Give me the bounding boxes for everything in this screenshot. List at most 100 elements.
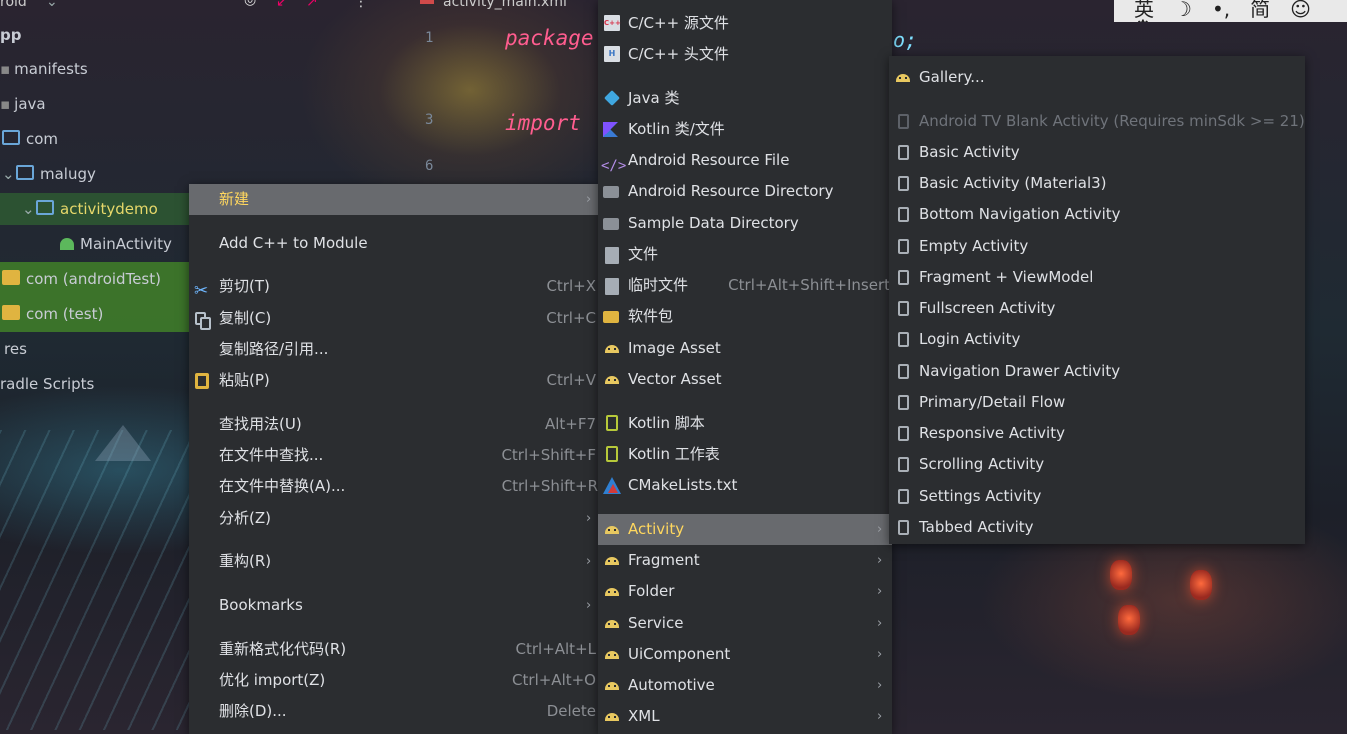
template-icon <box>898 239 909 254</box>
menu-item-tv-blank-activity: Android TV Blank Activity (Requires minS… <box>889 106 1305 137</box>
tree-item[interactable]: res <box>4 334 27 364</box>
menu-item-cpp-source[interactable]: C++ C/C++ 源文件 <box>598 8 892 39</box>
menu-item-file[interactable]: 文件 <box>598 239 892 270</box>
menu-item-delete[interactable]: 删除(D)... Delete <box>189 696 598 727</box>
menu-item-analyze[interactable]: 分析(Z) › <box>189 503 598 534</box>
ime-simplified[interactable]: 简 <box>1250 0 1270 21</box>
tree-item[interactable]: ▪ java <box>0 89 46 119</box>
menu-item-uicomponent[interactable]: UiComponent › <box>598 639 892 670</box>
chevron-down-icon[interactable]: ⌄ <box>46 0 58 10</box>
menu-item-settings[interactable]: Settings Activity <box>889 481 1305 512</box>
expand-icon[interactable]: ↗ <box>306 0 318 10</box>
menu-item-gallery[interactable]: Gallery... <box>889 62 1305 93</box>
lantern-decor <box>1118 605 1140 635</box>
menu-item-kotlin-worksheet[interactable]: Kotlin 工作表 <box>598 439 892 470</box>
gear-icon[interactable]: ⚙ <box>1134 15 1152 22</box>
template-icon <box>898 520 909 535</box>
lantern-decor <box>1110 560 1132 590</box>
menu-item-responsive[interactable]: Responsive Activity <box>889 418 1305 449</box>
template-icon <box>898 207 909 222</box>
menu-item-nav-drawer[interactable]: Navigation Drawer Activity <box>889 356 1305 387</box>
tree-item[interactable]: ▪ manifests <box>0 54 88 84</box>
menu-item-package[interactable]: 软件包 <box>598 301 892 332</box>
moon-icon[interactable]: ☽ <box>1174 0 1192 21</box>
menu-item-activity[interactable]: Activity › <box>598 514 892 545</box>
menu-item-folder[interactable]: Folder › <box>598 576 892 607</box>
menu-item-automotive[interactable]: Automotive › <box>598 670 892 701</box>
menu-item-fullscreen[interactable]: Fullscreen Activity <box>889 293 1305 324</box>
cpp-header-icon: H <box>604 46 620 62</box>
menu-item-find-usages[interactable]: 查找用法(U) Alt+F7 <box>189 409 598 440</box>
folder-icon <box>36 200 54 215</box>
folder-icon <box>2 270 20 285</box>
tree-item[interactable]: com (test) <box>2 299 103 329</box>
menu-item-service[interactable]: Service › <box>598 608 892 639</box>
menu-item-copy[interactable]: 复制(C) Ctrl+C <box>189 303 598 334</box>
tree-item[interactable]: ⌄ activitydemo <box>22 194 158 224</box>
tree-item[interactable]: com <box>2 124 58 154</box>
android-icon <box>604 710 620 722</box>
menu-item-login[interactable]: Login Activity <box>889 324 1305 355</box>
template-icon <box>898 395 909 410</box>
menu-item-sample-data[interactable]: Sample Data Directory <box>598 208 892 239</box>
menu-item-fragment-viewmodel[interactable]: Fragment + ViewModel <box>889 262 1305 293</box>
menu-item-empty-activity[interactable]: Empty Activity <box>889 231 1305 262</box>
tab-activity-main[interactable]: activity_main.xml <box>443 0 567 10</box>
tree-item[interactable]: MainActivity <box>60 229 172 259</box>
menu-item-find-in-files[interactable]: 在文件中查找... Ctrl+Shift+F <box>189 440 598 471</box>
tree-item[interactable]: radle Scripts <box>0 369 94 399</box>
menu-item-xml[interactable]: XML › <box>598 701 892 732</box>
menu-item-cmakelists[interactable]: CMakeLists.txt <box>598 470 892 501</box>
menu-item-bookmarks[interactable]: Bookmarks › <box>189 590 598 621</box>
options-icon[interactable]: ⋮ <box>354 0 368 10</box>
package-icon <box>603 311 619 323</box>
menu-item-java-class[interactable]: Java 类 <box>598 83 892 114</box>
menu-item-image-asset[interactable]: Image Asset <box>598 333 892 364</box>
menu-item-primary-detail[interactable]: Primary/Detail Flow <box>889 387 1305 418</box>
menu-item-kotlin-class[interactable]: Kotlin 类/文件 <box>598 114 892 145</box>
menu-item-reformat[interactable]: 重新格式化代码(R) Ctrl+Alt+L <box>189 634 598 665</box>
tree-item[interactable]: com (androidTest) <box>2 264 161 294</box>
project-selector[interactable]: roid <box>0 0 27 10</box>
menu-item-new[interactable]: 新建 › <box>189 184 598 215</box>
folder-icon <box>2 130 20 145</box>
menu-item-tabbed[interactable]: Tabbed Activity <box>889 512 1305 543</box>
template-icon <box>898 457 909 472</box>
menu-item-vector-asset[interactable]: Vector Asset <box>598 364 892 395</box>
chevron-down-icon[interactable]: ⌄ <box>2 159 16 189</box>
chevron-right-icon: › <box>586 192 592 207</box>
menu-item-resource-directory[interactable]: Android Resource Directory <box>598 176 892 207</box>
menu-item-add-cpp[interactable]: Add C++ to Module <box>189 228 598 259</box>
punct-icon[interactable]: •, <box>1212 0 1230 21</box>
menu-item-copy-path[interactable]: 复制路径/引用... <box>189 334 598 365</box>
menu-item-refactor[interactable]: 重构(R) › <box>189 546 598 577</box>
tree-item[interactable]: pp <box>0 20 21 50</box>
emoji-icon[interactable]: ☺ <box>1290 0 1311 21</box>
menu-item-bottom-nav[interactable]: Bottom Navigation Activity <box>889 199 1305 230</box>
menu-item-basic-activity-m3[interactable]: Basic Activity (Material3) <box>889 168 1305 199</box>
menu-item-basic-activity[interactable]: Basic Activity <box>889 137 1305 168</box>
menu-item-cut[interactable]: ✂ 剪切(T) Ctrl+X <box>189 271 598 302</box>
menu-item-fragment[interactable]: Fragment › <box>598 545 892 576</box>
android-icon <box>604 648 620 660</box>
menu-item-kotlin-script[interactable]: Kotlin 脚本 <box>598 408 892 439</box>
menu-item-scrolling[interactable]: Scrolling Activity <box>889 449 1305 480</box>
chevron-right-icon: › <box>877 678 883 693</box>
menu-item-scratch-file[interactable]: 临时文件 Ctrl+Alt+Shift+Insert <box>598 270 892 301</box>
chevron-down-icon[interactable]: ⌄ <box>22 194 36 224</box>
chevron-right-icon: › <box>586 598 592 613</box>
android-icon <box>604 373 620 385</box>
copy-icon <box>195 312 211 330</box>
tree-item[interactable]: ⌄ malugy <box>2 159 96 189</box>
menu-item-resource-file[interactable]: </> Android Resource File <box>598 145 892 176</box>
android-icon <box>604 554 620 566</box>
menu-item-optimize-imports[interactable]: 优化 import(Z) Ctrl+Alt+O <box>189 665 598 696</box>
menu-item-cpp-header[interactable]: H C/C++ 头文件 <box>598 39 892 70</box>
template-icon <box>898 426 909 441</box>
folder-icon <box>2 305 20 320</box>
menu-item-replace-in-files[interactable]: 在文件中替换(A)... Ctrl+Shift+R <box>189 471 598 502</box>
collapse-icon[interactable]: ↙ <box>276 0 288 10</box>
xml-file-icon <box>420 0 434 4</box>
target-icon[interactable]: ◎ <box>244 0 256 8</box>
menu-item-paste[interactable]: 粘贴(P) Ctrl+V <box>189 365 598 396</box>
